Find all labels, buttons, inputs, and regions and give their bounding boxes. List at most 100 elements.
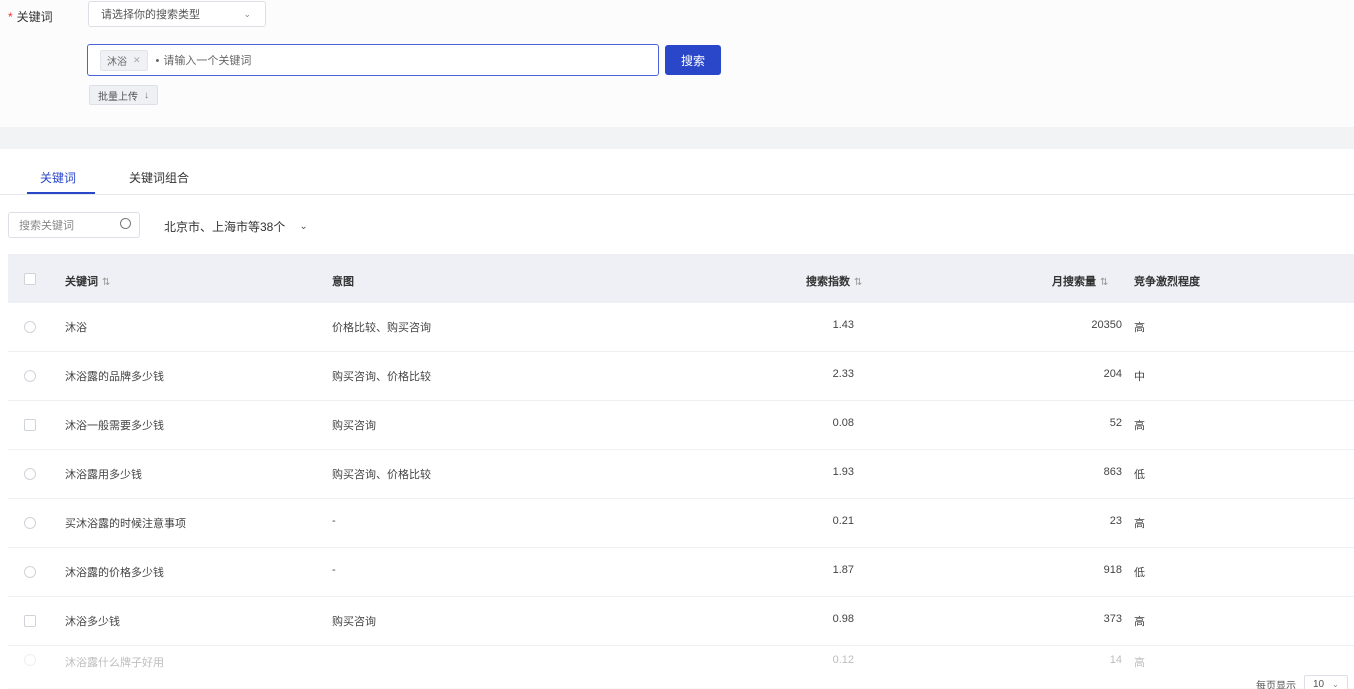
keyword-label-text: 关键词 [16, 10, 53, 24]
row-volume: 23 [1109, 515, 1122, 527]
header-index-text: 搜索指数 [806, 276, 850, 288]
row-competition: 高 [1134, 616, 1145, 628]
sort-icon: ⇅ [1100, 277, 1109, 288]
row-keyword: 沐浴露用多少钱 [65, 469, 142, 481]
row-competition: 高 [1134, 518, 1145, 530]
pagination: 每页显示 10 ⌄ [1256, 675, 1348, 689]
row-volume: 204 [1103, 368, 1122, 380]
region-filter-dropdown[interactable]: 北京市、上海市等38个 ⌄ [164, 218, 308, 235]
table-row[interactable]: 买沐浴露的时候注意事项 - 0.21 23 高 [8, 499, 1354, 548]
header-keyword-text: 关键词 [65, 276, 98, 288]
row-competition: 高 [1134, 657, 1145, 669]
batch-upload-button[interactable]: 批量上传 ↓ [89, 85, 158, 105]
keyword-tag: 沐浴 ✕ [100, 49, 148, 71]
table-row[interactable]: 沐浴露什么牌子好用 0.12 14 高 [8, 646, 1354, 689]
bullet-icon: • [155, 55, 160, 67]
header-search-index[interactable]: 搜索指数 ⇅ [806, 273, 862, 289]
chevron-down-icon: ⌄ [243, 9, 251, 19]
required-mark: * [8, 10, 13, 24]
row-competition: 高 [1134, 322, 1145, 334]
search-button[interactable]: 搜索 [665, 45, 721, 75]
keyword-search-input[interactable]: 沐浴 ✕ • 请输入一个关键词 [87, 44, 659, 76]
batch-upload-label: 批量上传 [98, 91, 138, 103]
table-row[interactable]: 沐浴多少钱 购买咨询 0.98 373 高 [8, 597, 1354, 646]
header-competition: 竞争激烈程度 [1134, 276, 1200, 288]
keyword-tag-label: 沐浴 [107, 56, 127, 68]
row-checkbox[interactable] [24, 468, 36, 480]
active-tab-indicator [27, 192, 95, 194]
row-volume: 14 [1109, 654, 1122, 666]
row-volume: 373 [1103, 613, 1122, 625]
table-row[interactable]: 沐浴露的品牌多少钱 购买咨询、价格比较 2.33 204 中 [8, 352, 1354, 401]
row-keyword: 沐浴露的品牌多少钱 [65, 371, 164, 383]
row-volume: 863 [1103, 466, 1122, 478]
keyword-filter-input[interactable]: 搜索关键词 [8, 212, 140, 238]
sort-icon: ⇅ [854, 277, 863, 288]
row-index: 0.08 [832, 417, 854, 429]
header-monthly-volume[interactable]: 月搜索量 ⇅ [1052, 273, 1108, 289]
header-intent: 意图 [332, 276, 354, 288]
row-keyword: 买沐浴露的时候注意事项 [65, 518, 186, 530]
row-intent: - [332, 515, 336, 527]
chevron-down-icon: ⌄ [299, 221, 308, 232]
row-intent: 购买咨询 [332, 420, 376, 432]
row-index: 0.21 [832, 515, 854, 527]
row-keyword: 沐浴一般需要多少钱 [65, 420, 164, 432]
header-keyword[interactable]: 关键词 ⇅ [65, 273, 110, 289]
arrow-down-icon: ↓ [144, 89, 149, 101]
tab-keyword[interactable]: 关键词 [40, 169, 76, 186]
row-checkbox[interactable] [24, 321, 36, 333]
row-checkbox[interactable] [24, 517, 36, 529]
tab-keyword-group[interactable]: 关键词组合 [129, 169, 189, 186]
table-row[interactable]: 沐浴露的价格多少钱 - 1.87 918 低 [8, 548, 1354, 597]
row-competition: 低 [1134, 567, 1145, 579]
search-icon [120, 218, 131, 229]
search-form-panel: * 关键词 请选择你的搜索类型 ⌄ 沐浴 ✕ • 请输入一个关键词 搜索 批量上传 … [0, 0, 1354, 127]
row-intent: 价格比较、购买咨询 [332, 322, 431, 334]
search-mode-value: 请选择你的搜索类型 [101, 9, 200, 21]
row-checkbox[interactable] [24, 419, 36, 431]
table-row[interactable]: 沐浴一般需要多少钱 购买咨询 0.08 52 高 [8, 401, 1354, 450]
select-all-checkbox[interactable] [24, 273, 36, 285]
row-index: 1.93 [832, 466, 854, 478]
row-intent: 购买咨询、价格比较 [332, 469, 431, 481]
table-row[interactable]: 沐浴露用多少钱 购买咨询、价格比较 1.93 863 低 [8, 450, 1354, 499]
row-competition: 中 [1134, 371, 1145, 383]
search-placeholder-text: 请输入一个关键词 [163, 55, 252, 67]
row-index: 0.98 [832, 613, 854, 625]
row-checkbox[interactable] [24, 566, 36, 578]
row-intent: 购买咨询 [332, 616, 376, 628]
row-keyword: 沐浴露什么牌子好用 [65, 657, 164, 669]
keyword-filter-placeholder: 搜索关键词 [19, 220, 74, 232]
row-keyword: 沐浴多少钱 [65, 616, 120, 628]
row-index: 0.12 [832, 654, 854, 666]
keyword-field-label: * 关键词 [8, 8, 53, 25]
page-size-value: 10 [1313, 678, 1325, 689]
row-intent: - [332, 564, 336, 576]
row-keyword: 沐浴 [65, 322, 87, 334]
search-mode-select[interactable]: 请选择你的搜索类型 ⌄ [88, 1, 266, 27]
result-tabs: 关键词 关键词组合 [0, 149, 1354, 195]
row-competition: 低 [1134, 469, 1145, 481]
row-index: 2.33 [832, 368, 854, 380]
table-row[interactable]: 沐浴 价格比较、购买咨询 1.43 20350 高 [8, 303, 1354, 352]
page-size-label: 每页显示 [1256, 680, 1296, 689]
row-volume: 20350 [1091, 319, 1122, 331]
row-intent: 购买咨询、价格比较 [332, 371, 431, 383]
section-divider [0, 127, 1354, 149]
row-keyword: 沐浴露的价格多少钱 [65, 567, 164, 579]
row-index: 1.87 [832, 564, 854, 576]
page-size-select[interactable]: 10 ⌄ [1304, 675, 1348, 689]
chevron-down-icon: ⌄ [1332, 679, 1339, 689]
row-volume: 918 [1103, 564, 1122, 576]
sort-icon: ⇅ [102, 277, 111, 288]
table-header: 关键词 ⇅ 意图 搜索指数 ⇅ 月搜索量 ⇅ 竞争激烈程度 [8, 254, 1354, 303]
row-checkbox[interactable] [24, 615, 36, 627]
row-checkbox[interactable] [24, 370, 36, 382]
close-icon[interactable]: ✕ [133, 55, 141, 66]
row-volume: 52 [1109, 417, 1122, 429]
search-placeholder: • 请输入一个关键词 [156, 52, 252, 68]
row-index: 1.43 [832, 319, 854, 331]
row-checkbox[interactable] [24, 654, 36, 666]
header-volume-text: 月搜索量 [1052, 276, 1096, 288]
